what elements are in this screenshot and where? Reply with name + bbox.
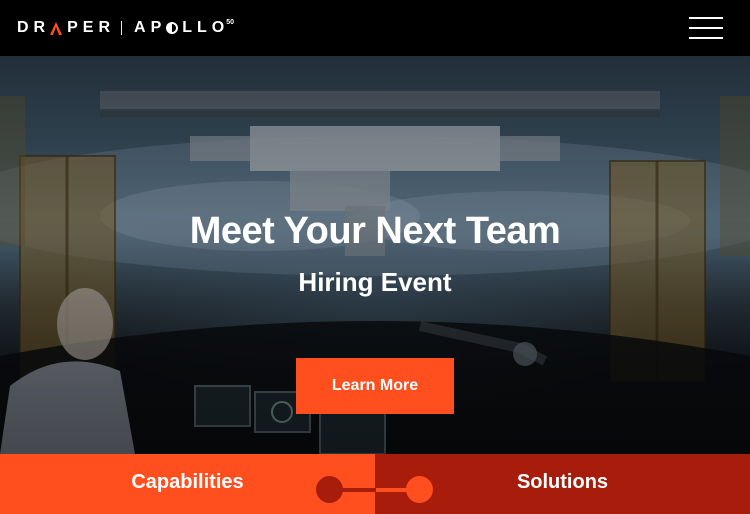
hamburger-menu-icon[interactable]	[689, 17, 723, 39]
site-header: DR PER AP LLO 50	[0, 0, 750, 56]
slider-knob-right[interactable]	[406, 476, 433, 503]
learn-more-button[interactable]: Learn More	[296, 358, 454, 414]
draper-wordmark: DR PER	[17, 19, 115, 37]
brand-superscript: 50	[226, 18, 235, 26]
menu-line	[689, 27, 723, 29]
triangle-a-icon	[50, 21, 63, 35]
slider-track	[336, 488, 416, 492]
page: DR PER AP LLO 50 Meet Your Next Team Hir…	[0, 0, 750, 514]
slider-knob-left[interactable]	[316, 476, 343, 503]
brand-primary-start: DR	[17, 19, 51, 36]
tab-solutions-label: Solutions	[516, 471, 609, 493]
menu-line	[689, 17, 723, 19]
hero-title: Meet Your Next Team	[189, 210, 561, 252]
half-moon-o-icon	[166, 22, 179, 34]
logo-divider	[121, 21, 123, 35]
hero-section: Meet Your Next Team Hiring Event Learn M…	[0, 56, 750, 454]
brand-secondary-start: AP	[134, 19, 167, 36]
brand-secondary-end: LLO	[182, 19, 230, 36]
draper-apollo-logo[interactable]: DR PER AP LLO 50	[17, 19, 234, 37]
brand-primary-rest: PER	[67, 19, 116, 36]
tab-toggle-slider[interactable]	[316, 476, 434, 504]
menu-line	[689, 37, 723, 39]
hero-subtitle: Hiring Event	[298, 267, 452, 297]
tab-capabilities-label: Capabilities	[131, 471, 244, 493]
